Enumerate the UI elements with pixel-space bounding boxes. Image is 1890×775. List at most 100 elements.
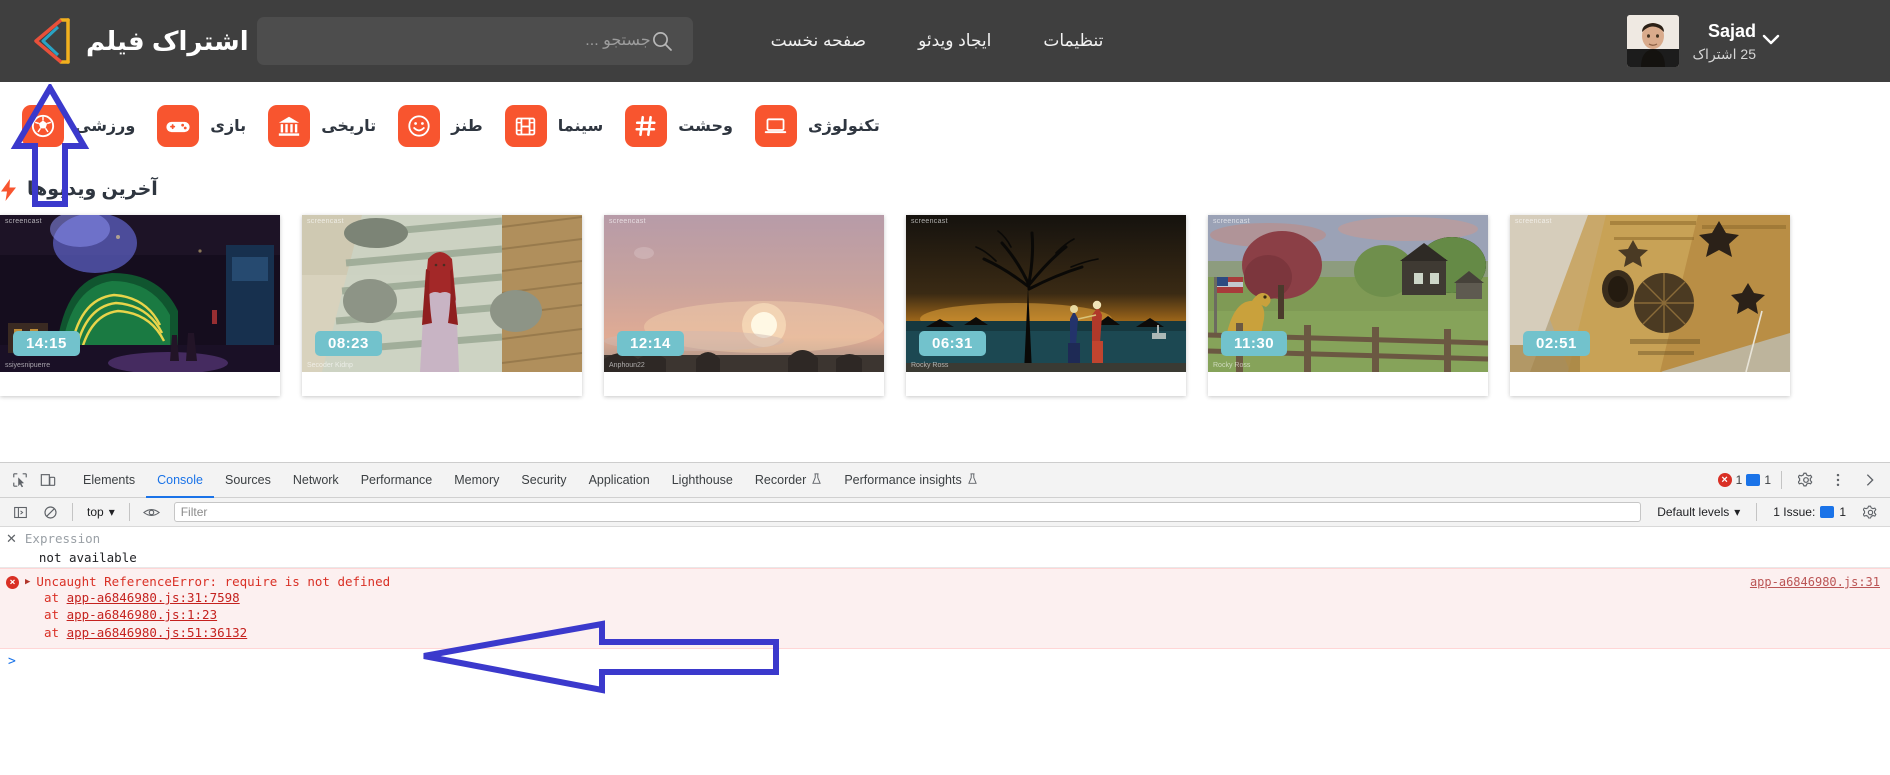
tab-performance-insights-label: Performance insights: [844, 473, 962, 487]
latest-videos-header: آخرین ویدیوها: [0, 170, 1890, 215]
close-icon[interactable]: ✕: [6, 531, 17, 547]
nav-item-home[interactable]: صفحه نخست: [771, 31, 866, 51]
message-icon: [1746, 474, 1761, 486]
video-card[interactable]: screencast 02:51: [1510, 215, 1790, 396]
console-prompt[interactable]: >: [0, 649, 1890, 674]
user-account[interactable]: Sajad 25 اشتراک: [1626, 15, 1756, 67]
tab-console[interactable]: Console: [146, 463, 214, 498]
video-card[interactable]: screencast ssiyesnipuerre 14:15: [0, 215, 280, 396]
console-filter-input[interactable]: [173, 502, 1642, 522]
gear-icon[interactable]: [1792, 466, 1820, 494]
video-duration: 06:31: [919, 331, 986, 356]
tab-elements[interactable]: Elements: [72, 463, 146, 498]
video-card[interactable]: screencast Rocky Ross 11:30: [1208, 215, 1488, 396]
console-settings-gear-icon[interactable]: [1856, 498, 1884, 526]
tab-performance[interactable]: Performance: [350, 463, 444, 498]
execution-context-label: top: [87, 505, 104, 519]
issues-indicator[interactable]: 1 Issue: 1: [1765, 505, 1854, 519]
tab-performance-insights[interactable]: Performance insights: [833, 463, 988, 498]
video-duration: 08:23: [315, 331, 382, 356]
video-card[interactable]: screencast Secoder Kidnp 08:23: [302, 215, 582, 396]
thumbnail-watermark: screencast: [307, 218, 344, 225]
search-input[interactable]: [270, 32, 651, 50]
category-sports[interactable]: ورزشی: [22, 105, 135, 147]
video-thumbnail: screencast Anphoun22 12:14: [604, 215, 884, 372]
film-strip-icon: [504, 105, 547, 147]
console-error-stack: at app-a6846980.js:31:7598 at app-a68469…: [6, 589, 1882, 641]
category-games[interactable]: بازی: [157, 105, 246, 147]
devtools-panel: Elements Console Sources Network Perform…: [0, 462, 1890, 775]
thumbnail-credit: Rocky Ross: [1213, 362, 1251, 369]
category-technology[interactable]: تکنولوژی: [754, 105, 880, 147]
video-card[interactable]: screencast Anphoun22 12:14: [604, 215, 884, 396]
thumbnail-credit: Secoder Kidnp: [307, 362, 353, 369]
execution-context-selector[interactable]: top ▾: [81, 505, 121, 519]
message-count-chip[interactable]: 1: [1746, 473, 1771, 487]
brand[interactable]: اشتراک فیلم: [28, 16, 249, 66]
tab-security[interactable]: Security: [510, 463, 577, 498]
tab-memory[interactable]: Memory: [443, 463, 510, 498]
error-count-chip[interactable]: × 1: [1717, 473, 1742, 487]
live-expression-body: Expression not available: [25, 531, 137, 565]
tab-sources[interactable]: Sources: [214, 463, 282, 498]
console-toolbar: top ▾ Default levels ▾ 1 Issue: 1: [0, 498, 1890, 527]
video-thumbnail: screencast ssiyesnipuerre 14:15: [0, 215, 280, 372]
tab-recorder[interactable]: Recorder: [744, 463, 833, 498]
expand-triangle-icon[interactable]: ▶: [25, 577, 30, 587]
category-comedy[interactable]: طنز: [398, 105, 483, 147]
clear-console-icon[interactable]: [36, 498, 64, 526]
account-dropdown-toggle[interactable]: [1756, 26, 1786, 56]
category-historical[interactable]: تاریخی: [268, 105, 376, 147]
message-count: 1: [1764, 473, 1771, 487]
more-options-icon[interactable]: [1824, 466, 1852, 494]
beaker-icon: [811, 472, 822, 488]
tab-application[interactable]: Application: [578, 463, 661, 498]
video-thumbnail: screencast Rocky Ross 11:30: [1208, 215, 1488, 372]
device-toolbar-icon[interactable]: [34, 466, 62, 494]
stack-frame: at app-a6846980.js:31:7598: [44, 589, 1882, 606]
main-navigation: صفحه نخست ایجاد ویدئو تنظیمات: [771, 31, 1104, 51]
live-expression-row[interactable]: ✕ Expression not available: [0, 527, 1890, 568]
console-sidebar-toggle-icon[interactable]: [6, 498, 34, 526]
site-header: اشتراک فیلم صفحه نخست ایجاد ویدئو تنظیما…: [0, 0, 1890, 82]
nav-item-create-video[interactable]: ایجاد ویدئو: [918, 31, 991, 51]
console-error-source-link[interactable]: app-a6846980.js:31: [1750, 575, 1880, 589]
search-box[interactable]: [256, 17, 693, 65]
tab-lighthouse[interactable]: Lighthouse: [661, 463, 744, 498]
chevron-play-logo-icon: [28, 16, 74, 66]
video-card-footer: [906, 372, 1186, 396]
browser-viewport: اشتراک فیلم صفحه نخست ایجاد ویدئو تنظیما…: [0, 0, 1890, 462]
console-output: ✕ Expression not available × ▶ Uncaught …: [0, 527, 1890, 674]
live-expression-label: Expression: [24, 531, 101, 546]
console-error-header[interactable]: × ▶ Uncaught ReferenceError: require is …: [6, 574, 1882, 589]
live-expression-eye-icon[interactable]: [138, 498, 166, 526]
inspect-element-icon[interactable]: [6, 466, 34, 494]
video-thumbnail: screencast 02:51: [1510, 215, 1790, 372]
nav-item-settings[interactable]: تنظیمات: [1043, 31, 1103, 51]
video-list: screencast ssiyesnipuerre 14:15 screenca…: [0, 215, 1878, 396]
chevron-down-icon: ▾: [1734, 505, 1741, 519]
issues-count: 1: [1839, 505, 1846, 519]
video-duration: 14:15: [13, 331, 80, 356]
live-expression-value: not available: [38, 550, 137, 565]
brand-name: اشتراک فیلم: [86, 25, 249, 56]
category-horror[interactable]: وحشت: [625, 105, 733, 147]
category-cinema[interactable]: سینما: [504, 105, 603, 147]
close-devtools-icon[interactable]: [1856, 466, 1884, 494]
stack-frame-link[interactable]: app-a6846980.js:51:36132: [67, 625, 248, 640]
tab-network[interactable]: Network: [282, 463, 350, 498]
console-error-entry[interactable]: × ▶ Uncaught ReferenceError: require is …: [0, 568, 1890, 649]
video-card-footer: [302, 372, 582, 396]
stack-frame-link[interactable]: app-a6846980.js:31:7598: [67, 590, 240, 605]
stack-frame-link[interactable]: app-a6846980.js:1:23: [67, 607, 218, 622]
video-card[interactable]: screencast Rocky Ross 06:31: [906, 215, 1186, 396]
soccer-ball-icon: [22, 105, 64, 147]
divider: [1756, 503, 1758, 521]
category-label: ورزشی: [75, 118, 136, 135]
laptop-icon: [754, 105, 797, 147]
avatar: [1626, 15, 1679, 67]
video-card-footer: [1208, 372, 1488, 396]
category-label: طنز: [451, 118, 483, 135]
video-card-footer: [604, 372, 884, 396]
log-levels-selector[interactable]: Default levels ▾: [1649, 505, 1748, 519]
